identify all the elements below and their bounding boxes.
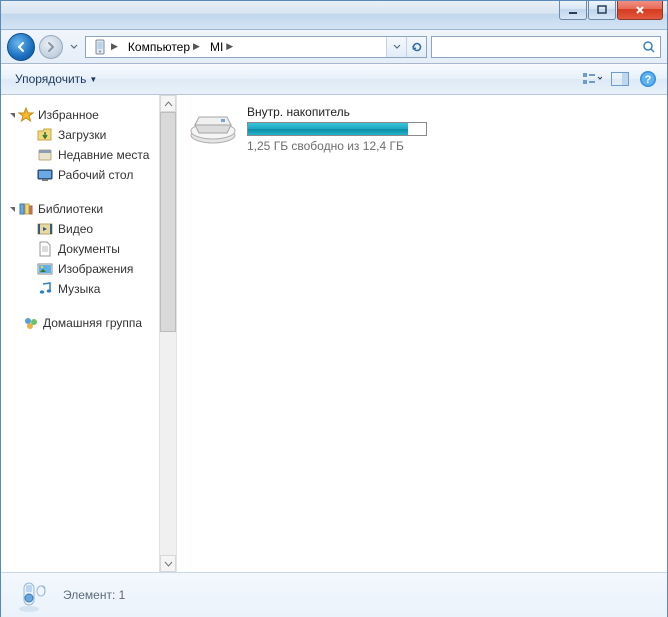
status-bar: Элемент: 1 (1, 572, 667, 617)
breadcrumb-computer[interactable]: Компьютер ▶ (122, 37, 204, 57)
sidebar-item-label: Изображения (58, 262, 133, 276)
capacity-bar (247, 122, 427, 136)
music-icon (37, 281, 53, 297)
sidebar-item-desktop[interactable]: Рабочий стол (9, 165, 158, 185)
sidebar-title-label: Избранное (38, 108, 99, 122)
folder-icon (37, 127, 53, 143)
drive-item[interactable]: Внутр. накопитель 1,25 ГБ свободно из 12… (189, 105, 439, 153)
close-button[interactable] (617, 1, 663, 20)
sidebar-item-label: Рабочий стол (58, 168, 133, 182)
search-icon (642, 40, 656, 54)
drive-name: Внутр. накопитель (247, 105, 439, 119)
sidebar-item-label: Загрузки (58, 128, 106, 142)
sidebar-item-documents[interactable]: Документы (9, 239, 158, 259)
organize-label: Упорядочить (15, 72, 86, 86)
address-dropdown[interactable] (386, 37, 406, 57)
recent-icon (37, 147, 53, 163)
breadcrumb-label: MI (210, 40, 223, 54)
sidebar-item-label: Документы (58, 242, 120, 256)
view-mode-button[interactable] (581, 68, 603, 90)
forward-button[interactable] (39, 35, 63, 59)
status-text: Элемент: 1 (63, 588, 125, 602)
sidebar-item-label: Недавние места (58, 148, 149, 162)
scroll-up-icon[interactable] (160, 95, 176, 112)
sidebar-title-libraries[interactable]: Библиотеки (9, 199, 158, 219)
history-dropdown[interactable] (67, 36, 81, 58)
star-icon (18, 107, 34, 123)
device-icon (11, 577, 51, 613)
scroll-thumb[interactable] (160, 112, 176, 332)
sidebar-item-label: Видео (58, 222, 93, 236)
drive-icon (189, 105, 237, 145)
sidebar-group-favorites: Избранное Загрузки Недавние места Рабочи… (9, 105, 176, 185)
drive-subtext: 1,25 ГБ свободно из 12,4 ГБ (247, 139, 439, 153)
breadcrumb-device-icon[interactable]: ▶ (86, 37, 122, 57)
sidebar-group-homegroup: Домашняя группа (9, 313, 176, 333)
svg-text:?: ? (645, 74, 652, 86)
toolbar: Упорядочить ▼ ? (1, 64, 667, 95)
navigation-bar: ▶ Компьютер ▶ MI ▶ (1, 30, 667, 64)
sidebar: Избранное Загрузки Недавние места Рабочи… (1, 95, 177, 572)
sidebar-title-homegroup[interactable]: Домашняя группа (9, 313, 158, 333)
back-button[interactable] (7, 33, 35, 61)
sidebar-title-label: Домашняя группа (43, 316, 142, 330)
breadcrumb-label: Компьютер (128, 40, 190, 54)
organize-button[interactable]: Упорядочить ▼ (9, 68, 103, 90)
sidebar-item-downloads[interactable]: Загрузки (9, 125, 158, 145)
search-input[interactable] (431, 36, 661, 58)
libraries-icon (18, 201, 34, 217)
homegroup-icon (23, 315, 39, 331)
sidebar-item-label: Музыка (58, 282, 100, 296)
sidebar-item-music[interactable]: Музыка (9, 279, 158, 299)
desktop-icon (37, 167, 53, 183)
body: Избранное Загрузки Недавние места Рабочи… (1, 95, 667, 572)
minimize-button[interactable] (559, 1, 587, 20)
address-bar[interactable]: ▶ Компьютер ▶ MI ▶ (85, 36, 427, 58)
capacity-fill (248, 123, 408, 135)
sidebar-group-libraries: Библиотеки Видео Документы Изображения М… (9, 199, 176, 299)
scroll-down-icon[interactable] (160, 555, 176, 572)
sidebar-item-video[interactable]: Видео (9, 219, 158, 239)
sidebar-item-recent[interactable]: Недавние места (9, 145, 158, 165)
help-button[interactable]: ? (637, 68, 659, 90)
chevron-down-icon: ▼ (89, 75, 97, 84)
sidebar-title-favorites[interactable]: Избранное (9, 105, 158, 125)
breadcrumb-mi[interactable]: MI ▶ (204, 37, 237, 57)
content-pane[interactable]: Внутр. накопитель 1,25 ГБ свободно из 12… (177, 95, 667, 572)
sidebar-item-pictures[interactable]: Изображения (9, 259, 158, 279)
document-icon (37, 241, 53, 257)
pictures-icon (37, 261, 53, 277)
sidebar-title-label: Библиотеки (38, 202, 103, 216)
scroll-track[interactable] (160, 332, 176, 555)
titlebar (1, 1, 667, 30)
preview-pane-button[interactable] (609, 68, 631, 90)
drive-info: Внутр. накопитель 1,25 ГБ свободно из 12… (247, 105, 439, 153)
video-icon (37, 221, 53, 237)
maximize-button[interactable] (588, 1, 616, 20)
refresh-button[interactable] (406, 37, 426, 57)
sidebar-scrollbar[interactable] (159, 95, 176, 572)
